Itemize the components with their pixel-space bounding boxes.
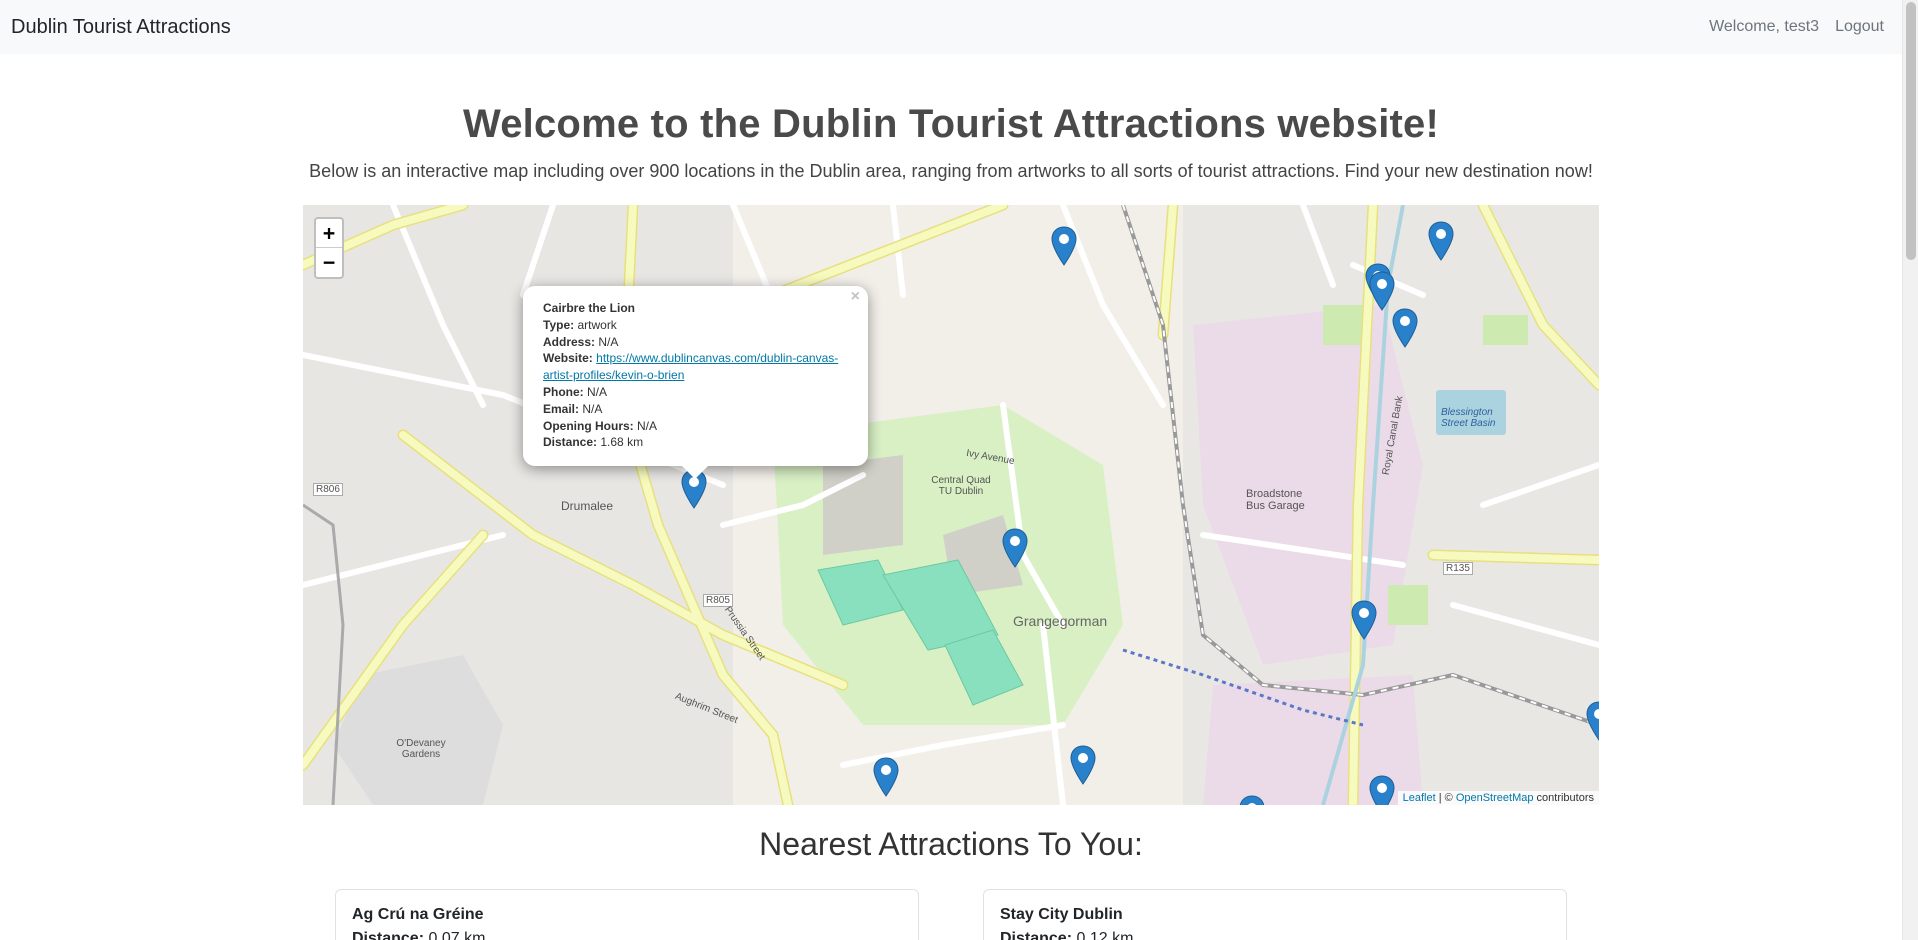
popup-email: N/A [582,401,603,416]
attraction-popup: × Cairbre the Lion Type: artwork Address… [523,286,868,466]
map-marker[interactable] [1586,701,1599,741]
map-label-r135: R135 [1443,562,1473,575]
distance-value: 0.07 km [428,930,486,940]
popup-type: artwork [577,317,617,332]
navbar-brand[interactable]: Dublin Tourist Attractions [11,16,231,39]
zoom-in-button[interactable]: + [316,219,342,248]
osm-link[interactable]: OpenStreetMap [1456,792,1534,804]
popup-close-button[interactable]: × [851,288,860,306]
attraction-card-distance: Distance: 0.07 km [352,930,902,940]
map-label-odevaney: O'Devaney Gardens [396,738,446,760]
zoom-out-button[interactable]: − [316,248,342,277]
map-label-grangegorman: Grangegorman [1013,613,1108,629]
page-subtitle: Below is an interactive map including ov… [309,161,1593,181]
map-marker[interactable] [1051,226,1077,266]
map-marker[interactable] [1428,221,1454,261]
nearest-attractions-title: Nearest Attractions To You: [759,826,1143,862]
distance-value: 0.12 km [1076,930,1134,940]
map-marker[interactable] [1351,600,1377,640]
attribution-separator: | © [1435,792,1456,804]
popup-address-label: Address: [543,334,596,349]
popup-distance-label: Distance: [543,435,598,450]
popup-website-label: Website: [543,351,593,366]
map-label-drumalee: Drumalee [561,499,614,513]
popup-hours-label: Opening Hours: [543,418,634,433]
interactive-map[interactable]: Grangegorman Drumalee Broadstone Bus Gar… [303,205,1599,805]
map-label-r806: R806 [313,483,343,496]
attraction-card[interactable]: Ag Crú na Gréine Distance: 0.07 km [335,889,919,940]
scrollbar-thumb[interactable] [1906,2,1916,260]
zoom-control: + − [314,217,344,279]
navbar-right: Welcome, test3 Logout [1709,18,1892,36]
page-scrollbar[interactable] [1902,0,1918,940]
map-marker[interactable] [1369,775,1395,805]
popup-phone: N/A [587,384,608,399]
popup-hours: N/A [637,418,658,433]
map-marker[interactable] [873,757,899,797]
map-tiles[interactable] [303,205,1599,805]
map-label-broadstone-garage: Broadstone Bus Garage [1246,488,1305,512]
map-marker[interactable] [1239,795,1265,805]
popup-title: Cairbre the Lion [543,301,636,315]
map-label-central-quad: Central Quad TU Dublin [931,475,991,497]
map-attribution: Leaflet | © OpenStreetMap contributors [1397,791,1599,805]
map-label-blessington-basin: Blessington Street Basin [1441,407,1496,429]
popup-email-label: Email: [543,401,580,416]
attraction-card-name: Ag Crú na Gréine [352,906,484,923]
welcome-text: Welcome, test3 [1709,18,1820,35]
navbar: Dublin Tourist Attractions Welcome, test… [0,0,1902,54]
popup-type-label: Type: [543,317,575,332]
map-marker[interactable] [1070,745,1096,785]
popup-distance: 1.68 km [600,435,644,450]
attribution-suffix: contributors [1533,792,1594,804]
map-marker[interactable] [1369,271,1395,311]
leaflet-link[interactable]: Leaflet [1403,792,1436,804]
popup-address: N/A [598,334,619,349]
attraction-card-name: Stay City Dublin [1000,906,1123,923]
attraction-card[interactable]: Stay City Dublin Distance: 0.12 km [983,889,1567,940]
page-title: Welcome to the Dublin Tourist Attraction… [463,102,1439,146]
popup-phone-label: Phone: [543,384,584,399]
distance-label: Distance: [352,930,425,940]
map-marker[interactable] [1002,528,1028,568]
popup-tip [681,465,709,479]
attraction-card-distance: Distance: 0.12 km [1000,930,1550,940]
distance-label: Distance: [1000,930,1073,940]
logout-link[interactable]: Logout [1835,18,1884,36]
map-marker[interactable] [1392,308,1418,348]
